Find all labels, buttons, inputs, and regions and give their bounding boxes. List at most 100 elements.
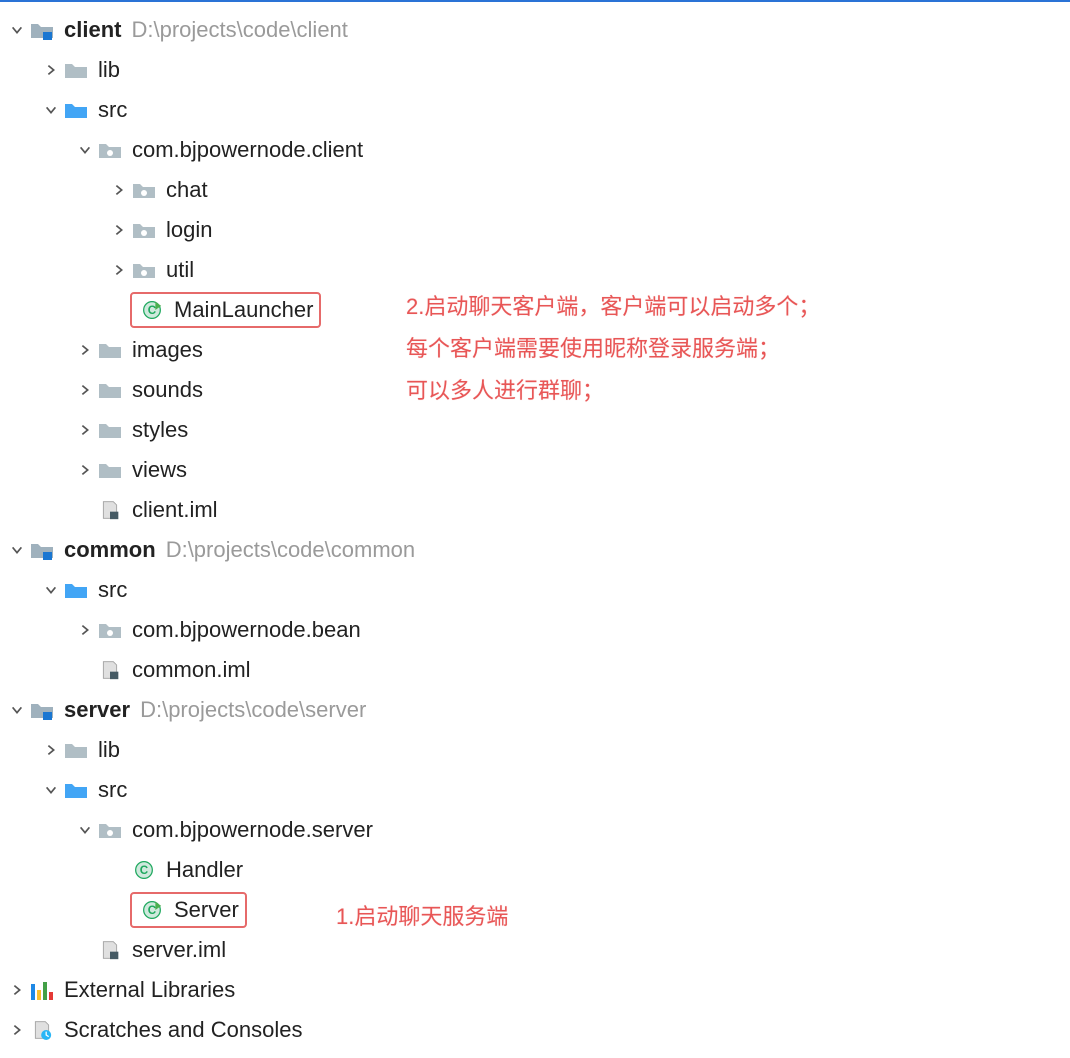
- package-icon: [96, 138, 124, 162]
- node-label: client: [64, 17, 121, 43]
- tree-node-package-client[interactable]: com.bjpowernode.client: [6, 130, 1064, 170]
- tree-node-server[interactable]: server D:\projects\code\server: [6, 690, 1064, 730]
- tree-node-util[interactable]: util: [6, 250, 1064, 290]
- node-label: common: [64, 537, 156, 563]
- node-label: views: [132, 457, 187, 483]
- chevron-down-icon[interactable]: [40, 583, 62, 597]
- chevron-right-icon[interactable]: [74, 423, 96, 437]
- tree-node-common[interactable]: common D:\projects\code\common: [6, 530, 1064, 570]
- node-label: src: [98, 577, 127, 603]
- tree-node-package-server[interactable]: com.bjpowernode.server: [6, 810, 1064, 850]
- tree-node-lib[interactable]: lib: [6, 50, 1064, 90]
- node-label: chat: [166, 177, 208, 203]
- module-icon: [28, 538, 56, 562]
- node-label: Scratches and Consoles: [64, 1017, 302, 1043]
- chevron-down-icon[interactable]: [74, 143, 96, 157]
- tree-node-common-src[interactable]: src: [6, 570, 1064, 610]
- tree-node-external-libraries[interactable]: External Libraries: [6, 970, 1064, 1010]
- tree-node-mainlauncher[interactable]: MainLauncher 2.启动聊天客户端，客户端可以启动多个； 每个客户端需…: [6, 290, 1064, 330]
- node-label: server: [64, 697, 130, 723]
- external-libraries-icon: [28, 978, 56, 1002]
- scratches-icon: [28, 1018, 56, 1042]
- source-folder-icon: [62, 578, 90, 602]
- module-icon: [28, 18, 56, 42]
- highlight-box: MainLauncher: [130, 292, 321, 328]
- package-icon: [96, 618, 124, 642]
- chevron-right-icon[interactable]: [74, 343, 96, 357]
- tree-node-server-src[interactable]: src: [6, 770, 1064, 810]
- chevron-right-icon[interactable]: [6, 983, 28, 997]
- tree-node-src[interactable]: src: [6, 90, 1064, 130]
- chevron-right-icon[interactable]: [40, 63, 62, 77]
- folder-icon: [62, 58, 90, 82]
- node-label: util: [166, 257, 194, 283]
- tree-node-login[interactable]: login: [6, 210, 1064, 250]
- chevron-down-icon[interactable]: [6, 543, 28, 557]
- chevron-right-icon[interactable]: [108, 263, 130, 277]
- node-path: D:\projects\code\common: [166, 537, 415, 563]
- node-label: sounds: [132, 377, 203, 403]
- chevron-right-icon[interactable]: [74, 623, 96, 637]
- tree-node-views[interactable]: views: [6, 450, 1064, 490]
- runnable-class-icon: [138, 298, 166, 322]
- tree-node-scratches[interactable]: Scratches and Consoles: [6, 1010, 1064, 1050]
- node-label: src: [98, 777, 127, 803]
- node-label: com.bjpowernode.client: [132, 137, 363, 163]
- chevron-right-icon[interactable]: [108, 183, 130, 197]
- folder-icon: [96, 418, 124, 442]
- tree-node-client[interactable]: client D:\projects\code\client: [6, 10, 1064, 50]
- source-folder-icon: [62, 778, 90, 802]
- node-label: Handler: [166, 857, 243, 883]
- node-label: MainLauncher: [174, 297, 313, 323]
- tree-node-server-iml[interactable]: server.iml: [6, 930, 1064, 970]
- chevron-down-icon[interactable]: [74, 823, 96, 837]
- node-label: lib: [98, 737, 120, 763]
- package-icon: [130, 258, 158, 282]
- node-label: styles: [132, 417, 188, 443]
- tree-node-handler[interactable]: Handler: [6, 850, 1064, 890]
- tree-node-client-iml[interactable]: client.iml: [6, 490, 1064, 530]
- node-label: login: [166, 217, 212, 243]
- folder-icon: [96, 338, 124, 362]
- source-folder-icon: [62, 98, 90, 122]
- chevron-right-icon[interactable]: [40, 743, 62, 757]
- highlight-box: Server: [130, 892, 247, 928]
- node-label: lib: [98, 57, 120, 83]
- chevron-right-icon[interactable]: [74, 463, 96, 477]
- folder-icon: [62, 738, 90, 762]
- tree-node-common-iml[interactable]: common.iml: [6, 650, 1064, 690]
- chevron-down-icon[interactable]: [40, 783, 62, 797]
- tree-node-server-class[interactable]: Server 1.启动聊天服务端: [6, 890, 1064, 930]
- module-icon: [28, 698, 56, 722]
- tree-node-package-bean[interactable]: com.bjpowernode.bean: [6, 610, 1064, 650]
- package-icon: [130, 178, 158, 202]
- tree-node-styles[interactable]: styles: [6, 410, 1064, 450]
- chevron-right-icon[interactable]: [6, 1023, 28, 1037]
- iml-file-icon: [96, 498, 124, 522]
- chevron-down-icon[interactable]: [40, 103, 62, 117]
- tree-node-chat[interactable]: chat: [6, 170, 1064, 210]
- node-label: server.iml: [132, 937, 226, 963]
- tree-node-images[interactable]: images: [6, 330, 1064, 370]
- node-path: D:\projects\code\client: [131, 17, 347, 43]
- chevron-down-icon[interactable]: [6, 23, 28, 37]
- runnable-class-icon: [138, 898, 166, 922]
- chevron-right-icon[interactable]: [108, 223, 130, 237]
- node-label: com.bjpowernode.server: [132, 817, 373, 843]
- class-icon: [130, 858, 158, 882]
- node-label: client.iml: [132, 497, 218, 523]
- node-label: com.bjpowernode.bean: [132, 617, 361, 643]
- iml-file-icon: [96, 938, 124, 962]
- node-label: common.iml: [132, 657, 251, 683]
- tree-node-server-lib[interactable]: lib: [6, 730, 1064, 770]
- iml-file-icon: [96, 658, 124, 682]
- node-label: External Libraries: [64, 977, 235, 1003]
- tree-node-sounds[interactable]: sounds: [6, 370, 1064, 410]
- chevron-right-icon[interactable]: [74, 383, 96, 397]
- node-path: D:\projects\code\server: [140, 697, 366, 723]
- node-label: src: [98, 97, 127, 123]
- package-icon: [130, 218, 158, 242]
- chevron-down-icon[interactable]: [6, 703, 28, 717]
- package-icon: [96, 818, 124, 842]
- node-label: Server: [174, 897, 239, 923]
